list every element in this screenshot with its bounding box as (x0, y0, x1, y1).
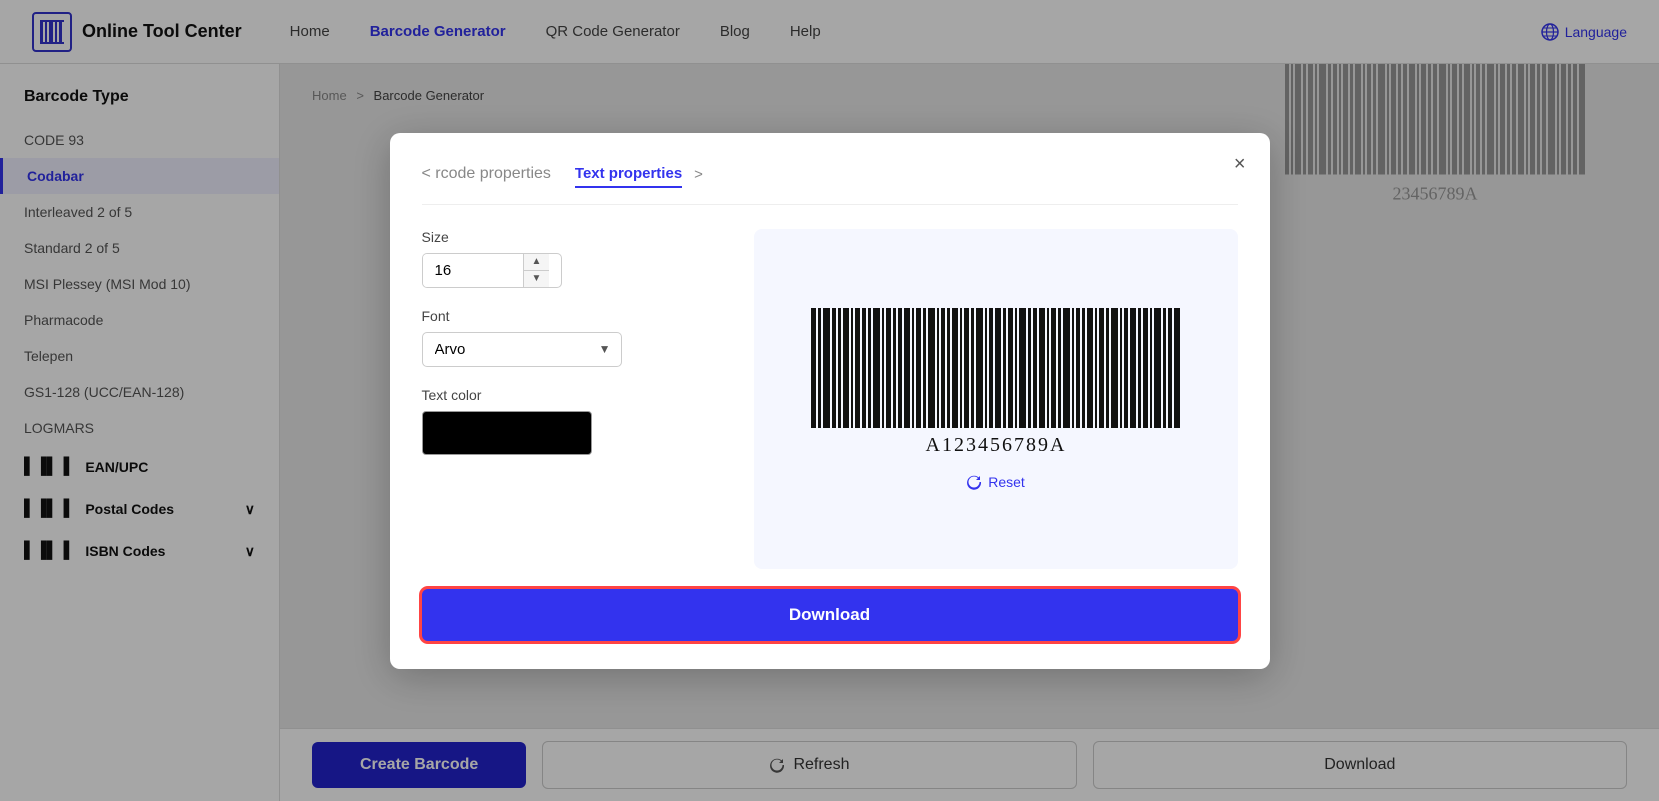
reset-label: Reset (988, 474, 1025, 490)
modal-tab-prev[interactable]: < rcode properties (422, 161, 551, 187)
modal-tab-text-properties[interactable]: Text properties (575, 161, 682, 188)
barcode-preview-svg: A123456789A (806, 308, 1186, 458)
size-label: Size (422, 229, 722, 245)
modal-header: < rcode properties Text properties > (422, 161, 1238, 205)
modal-overlay[interactable]: < rcode properties Text properties > × S… (0, 0, 1659, 801)
size-spinners: ▲ ▼ (523, 254, 550, 287)
modal-download-button[interactable]: Download (422, 589, 1238, 641)
reset-link[interactable]: Reset (966, 474, 1025, 490)
modal-dialog: < rcode properties Text properties > × S… (390, 133, 1270, 669)
font-select-arrow-icon: ▼ (589, 342, 621, 356)
text-color-group: Text color (422, 387, 722, 455)
text-color-label: Text color (422, 387, 722, 403)
reset-icon (966, 474, 982, 490)
modal-tab-arrow-next[interactable]: > (694, 166, 703, 183)
font-label: Font (422, 308, 722, 324)
font-select[interactable]: Arvo Arial Georgia Courier Verdana (423, 333, 589, 366)
size-input-wrap: ▲ ▼ (422, 253, 562, 288)
size-increment-button[interactable]: ▲ (524, 254, 550, 271)
font-select-wrap: Arvo Arial Georgia Courier Verdana ▼ (422, 332, 622, 367)
modal-close-button[interactable]: × (1234, 153, 1246, 176)
modal-form: Size ▲ ▼ Font Arvo Arial (422, 229, 722, 569)
modal-barcode-preview: A123456789A Reset (754, 229, 1238, 569)
text-color-swatch[interactable] (422, 411, 592, 455)
font-field-group: Font Arvo Arial Georgia Courier Verdana … (422, 308, 722, 367)
svg-text:A123456789A: A123456789A (925, 434, 1066, 456)
size-input[interactable] (423, 254, 523, 287)
modal-body: Size ▲ ▼ Font Arvo Arial (422, 229, 1238, 569)
size-field-group: Size ▲ ▼ (422, 229, 722, 288)
size-decrement-button[interactable]: ▼ (524, 271, 550, 287)
